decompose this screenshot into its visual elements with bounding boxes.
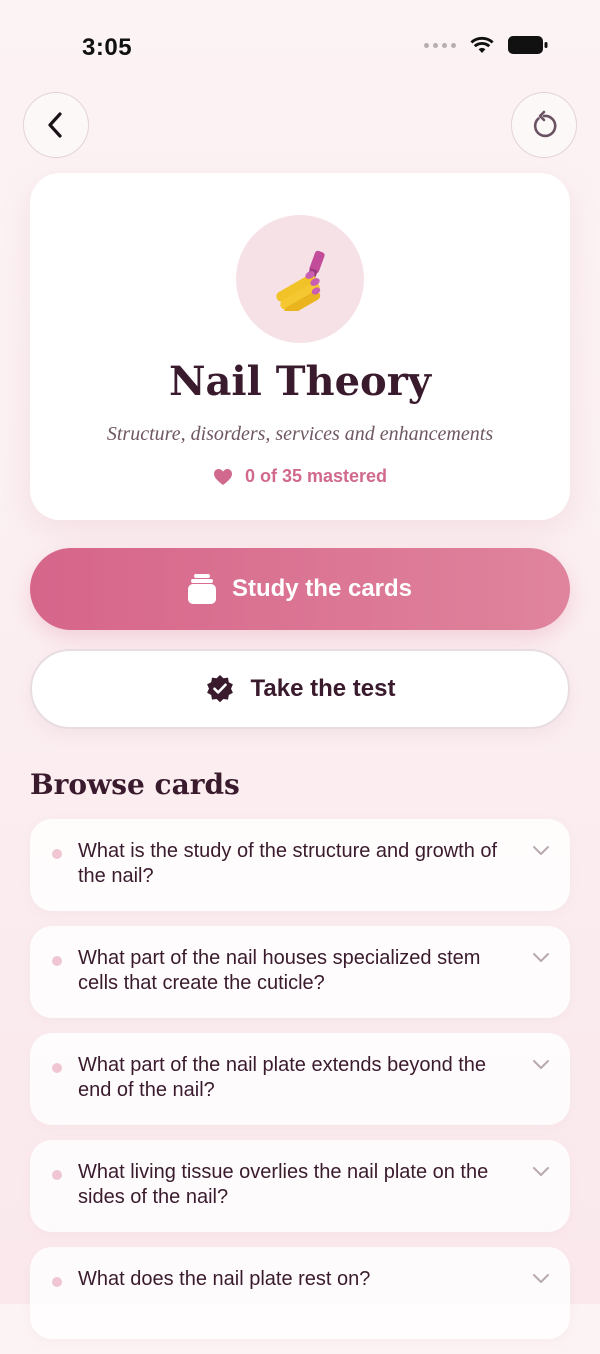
- card-question: What living tissue overlies the nail pla…: [78, 1161, 489, 1208]
- mastered-progress: 0 of 35 mastered: [30, 466, 570, 487]
- status-bar: 3:05: [0, 0, 600, 96]
- chevron-down-icon: [533, 846, 549, 855]
- cellular-signal-icon: [424, 42, 456, 48]
- bullet-dot: [52, 1063, 62, 1073]
- deck-subtitle: Structure, disorders, services and enhan…: [106, 423, 494, 445]
- study-cards-button[interactable]: Study the cards: [30, 548, 570, 630]
- deck-summary-card: Nail Theory Structure, disorders, servic…: [30, 173, 570, 520]
- back-button[interactable]: [23, 92, 89, 158]
- chevron-down-icon: [533, 1274, 549, 1283]
- wifi-icon: [470, 36, 494, 53]
- status-icons: [424, 36, 548, 54]
- take-test-button[interactable]: Take the test: [30, 649, 570, 729]
- browse-cards-list: What is the study of the structure and g…: [30, 819, 570, 1354]
- heart-icon: [213, 468, 232, 485]
- bullet-dot: [52, 956, 62, 966]
- list-item[interactable]: What part of the nail plate extends beyo…: [30, 1033, 570, 1125]
- bullet-dot: [52, 849, 62, 859]
- mastered-count: 0 of 35 mastered: [244, 466, 388, 486]
- card-question: What part of the nail houses specialized…: [78, 947, 481, 994]
- reset-icon: [533, 110, 557, 138]
- nail-polish-icon: [276, 250, 325, 311]
- deck-title: Nail Theory: [168, 358, 432, 405]
- list-item[interactable]: What is the study of the structure and g…: [30, 819, 570, 911]
- card-question: What part of the nail plate extends beyo…: [78, 1054, 487, 1101]
- bullet-dot: [52, 1277, 62, 1287]
- card-question: What is the study of the structure and g…: [78, 840, 498, 887]
- list-item[interactable]: What living tissue overlies the nail pla…: [30, 1140, 570, 1232]
- chevron-down-icon: [533, 1060, 549, 1069]
- battery-icon: [508, 36, 548, 54]
- status-time: 3:05: [82, 34, 133, 61]
- take-test-label: Take the test: [250, 675, 396, 702]
- chevron-down-icon: [533, 953, 549, 962]
- reset-progress-button[interactable]: [511, 92, 577, 158]
- cards-stack-icon: [187, 574, 216, 604]
- list-item[interactable]: What part of the nail houses specialized…: [30, 926, 570, 1018]
- verified-badge-icon: [206, 675, 233, 703]
- list-item[interactable]: What does the nail plate rest on?: [30, 1247, 570, 1339]
- chevron-down-icon: [533, 1167, 549, 1176]
- browse-cards-heading: Browse cards: [30, 768, 240, 801]
- chevron-left-icon: [48, 112, 62, 138]
- bullet-dot: [52, 1170, 62, 1180]
- deck-emoji-badge: [236, 215, 364, 343]
- study-cards-label: Study the cards: [231, 575, 413, 602]
- card-question: What does the nail plate rest on?: [78, 1268, 371, 1290]
